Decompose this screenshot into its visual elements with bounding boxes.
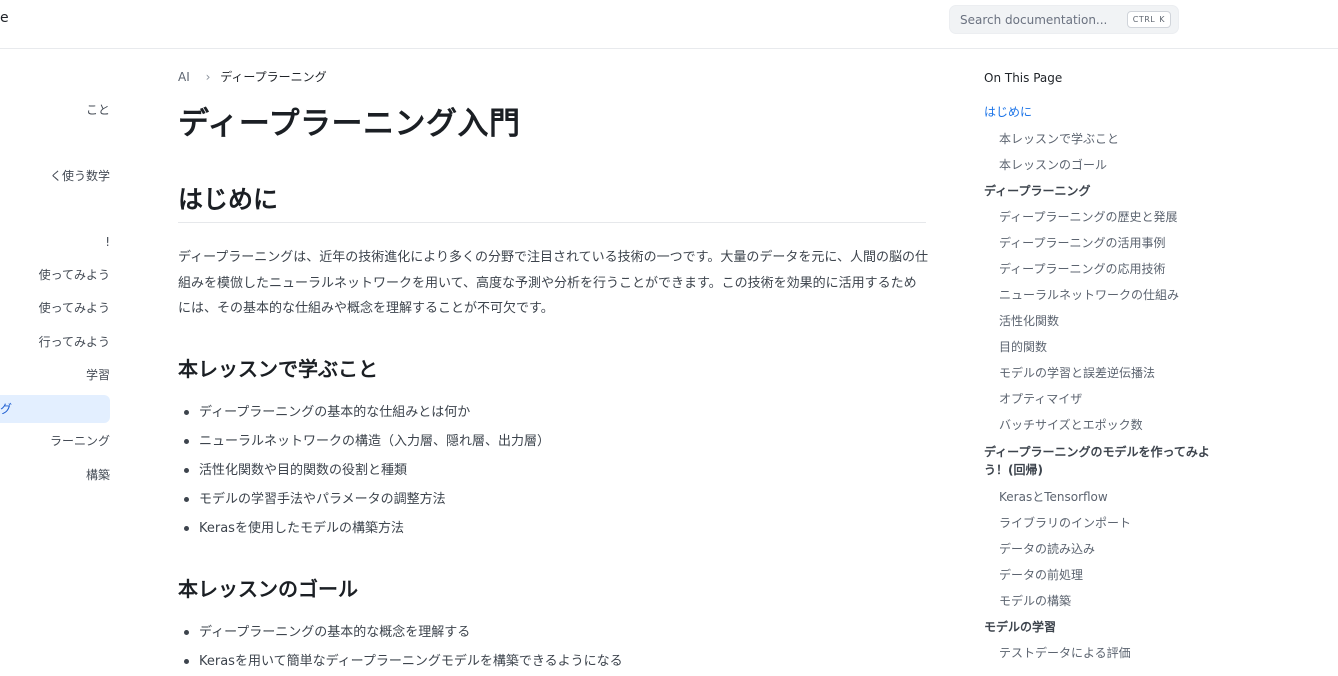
toc-link[interactable]: ニューラルネットワークの仕組み <box>999 286 1179 303</box>
sidebar-item-active[interactable]: グ <box>0 395 110 423</box>
sidebar-item-label: く使う数学 <box>49 169 110 183</box>
sidebar-item-label: 学習 <box>85 368 110 382</box>
section-heading-intro: はじめに <box>178 185 279 214</box>
list-item: ディープラーニングの基本的な仕組みとは何か <box>178 398 550 427</box>
search-box[interactable]: Search documentation... CTRL K <box>949 5 1179 34</box>
toc-link[interactable]: テストデータによる評価 <box>999 644 1131 661</box>
goal-list: ディープラーニングの基本的な概念を理解する Kerasを用いて簡単なディープラー… <box>178 618 623 676</box>
toc-title: On This Page <box>984 71 1063 85</box>
sidebar-item[interactable]: ラーニング <box>0 427 110 455</box>
toc-link[interactable]: モデルの学習と誤差逆伝播法 <box>999 364 1155 381</box>
list-item: Kerasを用いて簡単なディープラーニングモデルを構築できるようになる <box>178 647 623 676</box>
sidebar-item-label: ラーニング <box>49 434 110 448</box>
learn-list: ディープラーニングの基本的な仕組みとは何か ニューラルネットワークの構造（入力層… <box>178 398 550 543</box>
sidebar-item[interactable]: 使ってみよう <box>0 294 110 322</box>
toc-link[interactable]: 活性化関数 <box>999 312 1059 329</box>
toc-link[interactable]: ライブラリのインポート <box>999 514 1131 531</box>
toc-link[interactable]: ディープラーニングのモデルを作ってみよ <box>984 443 1210 460</box>
list-item: Kerasを使用したモデルの構築方法 <box>178 514 550 543</box>
toc-link[interactable]: う！(回帰) <box>984 461 1043 478</box>
toc-link[interactable]: 本レッスンのゴール <box>999 156 1107 173</box>
toc-link[interactable]: ディープラーニングの応用技術 <box>999 260 1165 277</box>
sidebar-item-label: 行ってみよう <box>38 335 110 349</box>
toc-link[interactable]: データの読み込み <box>999 540 1095 557</box>
sidebar-item-label: 構築 <box>85 468 110 482</box>
sidebar-item-label: グ <box>0 402 13 416</box>
section-heading-goal: 本レッスンのゴール <box>178 577 358 601</box>
site-logo-text[interactable]: e <box>0 10 9 26</box>
list-item: 活性化関数や目的関数の役割と種類 <box>178 456 550 485</box>
kbd-ctrl: CTRL <box>1132 15 1156 24</box>
toc-link[interactable]: ディープラーニング <box>984 182 1090 199</box>
toc-link[interactable]: KerasとTensorflow <box>999 488 1108 505</box>
breadcrumb-root[interactable]: AI <box>178 70 190 84</box>
breadcrumb-current: ディープラーニング <box>220 70 327 84</box>
sidebar-item-label: ! <box>105 235 110 249</box>
breadcrumb: AI › ディープラーニング <box>178 68 327 85</box>
toc-link[interactable]: バッチサイズとエポック数 <box>999 416 1143 433</box>
toc-link[interactable]: ディープラーニングの歴史と発展 <box>999 208 1177 225</box>
sidebar-item-label: こと <box>85 103 110 117</box>
sidebar-item[interactable]: こと <box>0 96 110 124</box>
toc-link[interactable]: モデルの構築 <box>999 592 1071 609</box>
toc-link-active[interactable]: はじめに <box>984 103 1032 120</box>
sidebar-item-label: 使ってみよう <box>38 301 110 315</box>
toc-link[interactable]: データの前処理 <box>999 566 1083 583</box>
list-item: ニューラルネットワークの構造（入力層、隠れ層、出力層） <box>178 427 550 456</box>
heading-divider <box>178 222 926 223</box>
toc-link[interactable]: オプティマイザ <box>999 390 1082 407</box>
list-item: モデルの学習手法やパラメータの調整方法 <box>178 485 550 514</box>
keyboard-shortcut-badge: CTRL K <box>1126 11 1171 28</box>
top-bar: e Search documentation... CTRL K <box>0 0 1338 49</box>
sidebar-item[interactable]: 学習 <box>0 361 110 389</box>
toc-link[interactable]: 本レッスンで学ぶこと <box>999 130 1119 147</box>
intro-paragraph: ディープラーニングは、近年の技術進化により多くの分野で注目されている技術の一つで… <box>178 250 928 316</box>
toc-link[interactable]: ディープラーニングの活用事例 <box>999 234 1165 251</box>
page-title: ディープラーニング入門 <box>178 106 521 142</box>
sidebar-item[interactable]: 使ってみよう <box>0 261 110 289</box>
kbd-key: K <box>1159 15 1165 24</box>
list-item: ディープラーニングの基本的な概念を理解する <box>178 618 623 647</box>
sidebar-item-label: 使ってみよう <box>38 268 110 282</box>
sidebar-nav: こと く使う数学 ! 使ってみよう 使ってみよう 行ってみよう 学習 グ ラーニ… <box>0 49 115 663</box>
section-heading-learn: 本レッスンで学ぶこと <box>178 357 378 381</box>
sidebar-item[interactable]: く使う数学 <box>0 162 110 190</box>
sidebar-item[interactable]: 行ってみよう <box>0 328 110 356</box>
toc-link[interactable]: モデルの学習 <box>984 618 1056 635</box>
sidebar-item[interactable]: 構築 <box>0 461 110 489</box>
toc-link[interactable]: 目的関数 <box>999 338 1047 355</box>
sidebar-item[interactable]: ! <box>0 228 110 256</box>
search-placeholder[interactable]: Search documentation... <box>960 13 1107 27</box>
chevron-right-icon: › <box>205 70 211 84</box>
